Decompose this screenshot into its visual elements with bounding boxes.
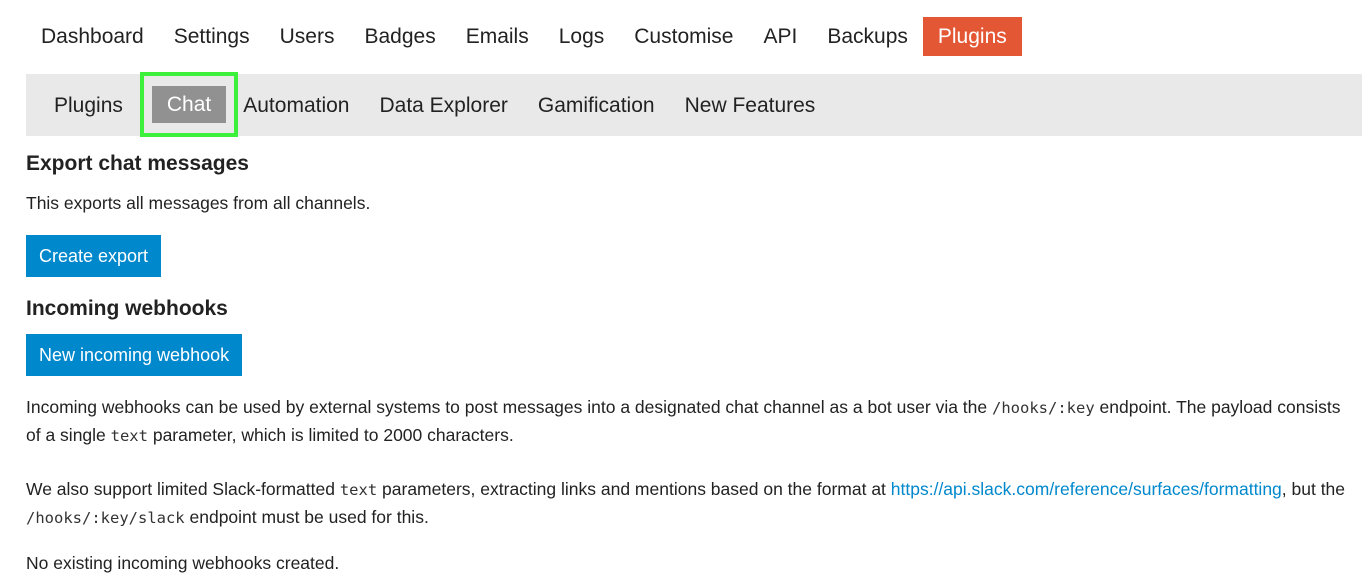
top-nav-plugins[interactable]: Plugins [922,17,1022,56]
sub-nav-chat-highlight[interactable]: Chat [139,72,239,137]
slack-desc-text: parameters, extracting links and mention… [377,479,891,499]
plugins-sub-nav: Plugins Chat Automation Data Explorer Ga… [26,72,1362,137]
top-nav-backups[interactable]: Backups [812,17,923,56]
slack-format-description: We also support limited Slack-formatted … [26,476,1356,532]
top-nav-customise[interactable]: Customise [619,17,748,56]
admin-top-nav: Dashboard Settings Users Badges Emails L… [26,17,1022,56]
top-nav-api[interactable]: API [748,17,812,56]
export-section: Export chat messages This exports all me… [26,150,1356,277]
sub-nav-chat[interactable]: Chat [151,86,227,123]
sub-nav-gamification[interactable]: Gamification [523,89,670,122]
sub-nav-data-explorer[interactable]: Data Explorer [364,89,522,122]
sub-nav-automation[interactable]: Automation [238,89,364,122]
no-webhooks-note: No existing incoming webhooks created. [26,553,340,573]
top-nav-badges[interactable]: Badges [349,17,450,56]
top-nav-logs[interactable]: Logs [544,17,620,56]
chat-admin-content: Export chat messages This exports all me… [26,150,1356,577]
top-nav-settings[interactable]: Settings [159,17,265,56]
sub-nav-new-features[interactable]: New Features [670,89,831,122]
hooks-key-slack-code: /hooks/:key/slack [26,509,185,527]
new-incoming-webhook-button[interactable]: New incoming webhook [26,334,243,376]
webhooks-section: Incoming webhooks New incoming webhook I… [26,295,1356,577]
webhooks-title: Incoming webhooks [26,297,228,320]
top-nav-dashboard[interactable]: Dashboard [26,17,159,56]
top-nav-users[interactable]: Users [265,17,350,56]
text-param-code: text [339,481,378,499]
webhooks-desc-text: Incoming webhooks can be used by externa… [26,397,992,417]
text-param-code: text [110,427,148,445]
top-nav-emails[interactable]: Emails [451,17,544,56]
hooks-key-code: /hooks/:key [992,399,1095,417]
slack-desc-text: endpoint must be used for this. [184,507,429,527]
webhooks-desc-text: parameter, which is limited to 2000 char… [147,425,514,445]
sub-nav-plugins[interactable]: Plugins [39,89,138,122]
create-export-button[interactable]: Create export [26,235,162,277]
slack-desc-text: We also support limited Slack-formatted [26,479,340,499]
webhooks-description: Incoming webhooks can be used by externa… [26,394,1356,450]
export-title: Export chat messages [26,152,249,175]
slack-desc-text: , but the [1281,479,1346,499]
export-description: This exports all messages from all chann… [26,193,371,213]
slack-formatting-link[interactable]: https://api.slack.com/reference/surfaces… [891,479,1282,499]
